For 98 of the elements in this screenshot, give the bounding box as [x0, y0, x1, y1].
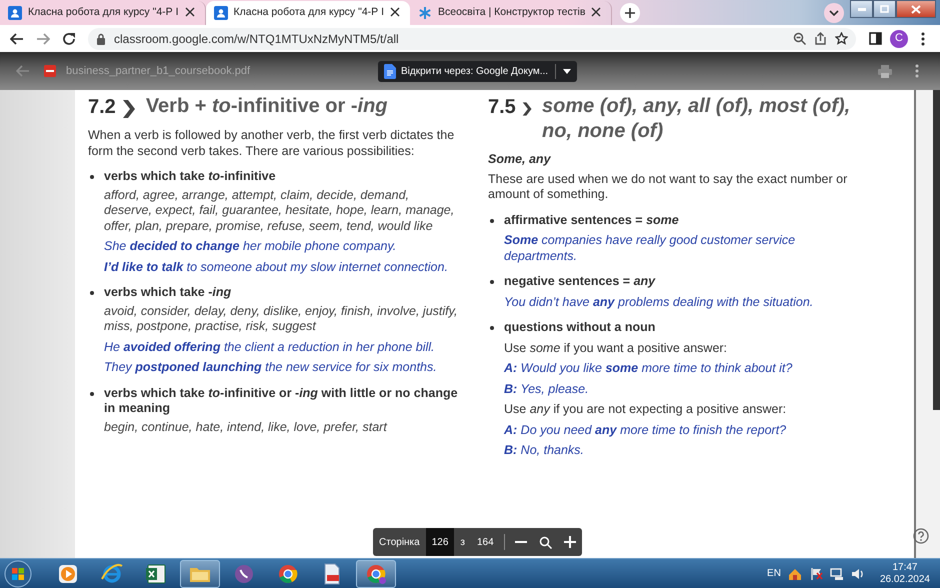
- flag-icon[interactable]: [808, 566, 823, 580]
- docs-icon: [384, 64, 396, 79]
- pdf-file-icon: [44, 65, 56, 77]
- bullet-icon: [90, 392, 94, 396]
- browser-tab[interactable]: Класна робота для курсу "4-Р І: [206, 1, 410, 25]
- example-sentence: He avoided offering the client a reduction in her phone bill.: [103, 340, 436, 355]
- address-field[interactable]: classroom.google.com/w/NTQ1MTUxNzMyNTM5/t/all: [88, 28, 856, 50]
- bullet-heading: verbs which take to-infinitive: [104, 169, 276, 184]
- snowflake-icon: [418, 6, 432, 20]
- close-icon: [911, 4, 921, 14]
- chevron-down-icon: [829, 10, 839, 16]
- example-sentence: Some companies have really good customer service departments.: [503, 233, 796, 264]
- section-number: 7.5: [488, 95, 516, 120]
- star-icon[interactable]: [835, 32, 848, 45]
- usage-note: Use any if you are not expecting a positive answer:: [503, 402, 788, 418]
- page-label: Сторінка: [378, 536, 421, 550]
- bullet-icon: [490, 218, 494, 222]
- classroom-icon: [214, 6, 228, 20]
- usage-note: Use some if you want a positive answer:: [503, 340, 728, 356]
- plus-icon: [564, 536, 576, 548]
- zoom-icon: [538, 536, 552, 548]
- print-icon: [878, 64, 892, 78]
- reload-icon: [62, 32, 76, 46]
- example-sentence: You didn’t have any problems dealing with the situation.: [503, 294, 814, 310]
- page-separator: з: [459, 536, 466, 550]
- example-sentence: B: Yes, please.: [503, 382, 590, 397]
- close-icon: [591, 7, 602, 17]
- paragraph: When a verb is followed by another verb, the first verb dictates the form the second verb takes. There are various possibilities:: [88, 128, 456, 159]
- new-tab-button[interactable]: [620, 3, 640, 23]
- plus-icon: [625, 8, 636, 18]
- more-icon: [915, 64, 919, 78]
- file-name: business_partner_b1_coursebook.pdf: [66, 64, 250, 79]
- example-sentence: A: Would you like some more time to think about it?: [502, 361, 794, 376]
- bullet-heading: verbs which take to-infinitive or -ing with little or no change in meaning: [104, 386, 459, 416]
- side-panel-icon: [868, 32, 882, 45]
- subheading: Some, any: [488, 152, 552, 168]
- maximize-button[interactable]: [873, 0, 896, 18]
- example-sentence: She decided to change her mobile phone company.: [103, 239, 398, 254]
- example-sentence: A: Do you need any more time to finish the report?: [502, 422, 788, 438]
- minus-icon: [514, 541, 527, 543]
- share-icon[interactable]: [814, 32, 827, 45]
- start-button[interactable]: [4, 560, 32, 588]
- zoom-icon[interactable]: [793, 32, 806, 45]
- tab-search-button[interactable]: [824, 3, 844, 23]
- word-list: afford, agree, arrange, attempt, claim, decide, demand, deserve, expect, fail, guarantee, hesitate, hope, learn, manage, offer, plan, prepare, promise, refuse, seem, tend, would like: [88, 188, 460, 234]
- minimize-button[interactable]: [850, 0, 873, 18]
- taskbar-app-button[interactable]: [356, 560, 396, 588]
- language-indicator[interactable]: EN: [767, 566, 781, 581]
- example-sentence: They postponed launching the new service for six months.: [103, 360, 438, 376]
- page-number-field[interactable]: 126: [426, 528, 454, 556]
- chevron-icon: [122, 98, 136, 120]
- lock-icon: [96, 32, 106, 44]
- close-tab-button[interactable]: [390, 7, 402, 19]
- paragraph: These are used when we do not want to say the exact number or amount of something.: [488, 172, 848, 202]
- help-icon[interactable]: [913, 528, 929, 544]
- tray-app-icon[interactable]: [788, 566, 802, 580]
- bullet-heading: affirmative sentences = some: [504, 212, 679, 228]
- bullet-heading: questions without a noun: [504, 320, 656, 336]
- close-window-button[interactable]: [896, 0, 936, 18]
- profile-avatar[interactable]: C: [890, 30, 908, 48]
- messenger-icon: [233, 562, 255, 584]
- taskbar-app-button[interactable]: [180, 560, 220, 588]
- section-title: some (of), any, all (of), most (of), no, none (of): [542, 94, 852, 144]
- bullet-icon: [90, 175, 94, 179]
- volume-icon[interactable]: [850, 566, 865, 580]
- section-title: Verb + to-infinitive or -ing: [146, 94, 388, 119]
- clock[interactable]: 17:47 26.02.2024: [880, 562, 930, 586]
- classroom-icon: [8, 6, 22, 20]
- maximize-icon: [880, 5, 889, 13]
- bullet-icon: [90, 291, 94, 295]
- forward-arrow-icon: [36, 32, 50, 44]
- scrollbar-thumb[interactable]: [933, 90, 940, 410]
- chrome-icon: [277, 562, 299, 584]
- word-list: avoid, consider, delay, deny, dislike, enjoy, finish, involve, justify, miss, postpone, practise, risk, suggest: [88, 304, 460, 334]
- close-icon: [184, 7, 194, 17]
- back-arrow-icon: [10, 32, 24, 44]
- example-sentence: I’d like to talk to someone about my slow internet connection.: [103, 260, 449, 275]
- bullet-heading: negative sentences = any: [504, 274, 656, 290]
- caret-icon: [563, 69, 572, 74]
- more-icon: [921, 32, 925, 46]
- page-total: 164: [476, 536, 495, 550]
- section-number: 7.2: [88, 95, 116, 120]
- browser-icon: [101, 562, 123, 584]
- word-list: begin, continue, hate, intend, like, love, prefer, start: [88, 420, 460, 435]
- close-icon: [390, 7, 400, 17]
- media-player-icon: [57, 562, 79, 584]
- back-arrow-icon: [16, 65, 30, 77]
- bullet-icon: [490, 326, 494, 330]
- close-tab-button[interactable]: [591, 7, 604, 19]
- minimize-icon: [858, 8, 866, 10]
- bullet-icon: [490, 280, 494, 284]
- network-icon[interactable]: [830, 566, 844, 580]
- bullet-heading: verbs which take -ing: [104, 285, 232, 300]
- example-sentence: B: No, thanks.: [503, 443, 585, 458]
- spreadsheet-icon: [145, 562, 167, 584]
- close-tab-button[interactable]: [184, 7, 196, 19]
- open-with-button[interactable]: Відкрити через: Google Докум...: [378, 61, 578, 82]
- chrome-icon: [365, 562, 387, 584]
